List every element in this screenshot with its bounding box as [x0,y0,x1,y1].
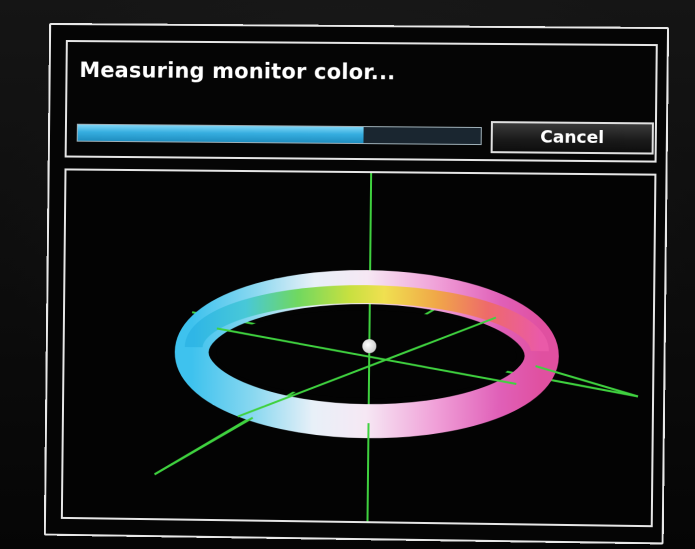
cancel-button[interactable]: Cancel [490,121,654,155]
gamut-3d-view [63,173,655,522]
calibration-dialog: Measuring monitor color... Cancel [43,22,670,545]
dialog-title: Measuring monitor color... [79,58,396,85]
progress-bar-fill [77,124,364,144]
progress-bar [76,123,482,146]
header-panel: Measuring monitor color... Cancel [64,40,658,163]
color-gamut-visualization [60,168,657,528]
hue-ring-inner-hole [216,308,518,400]
